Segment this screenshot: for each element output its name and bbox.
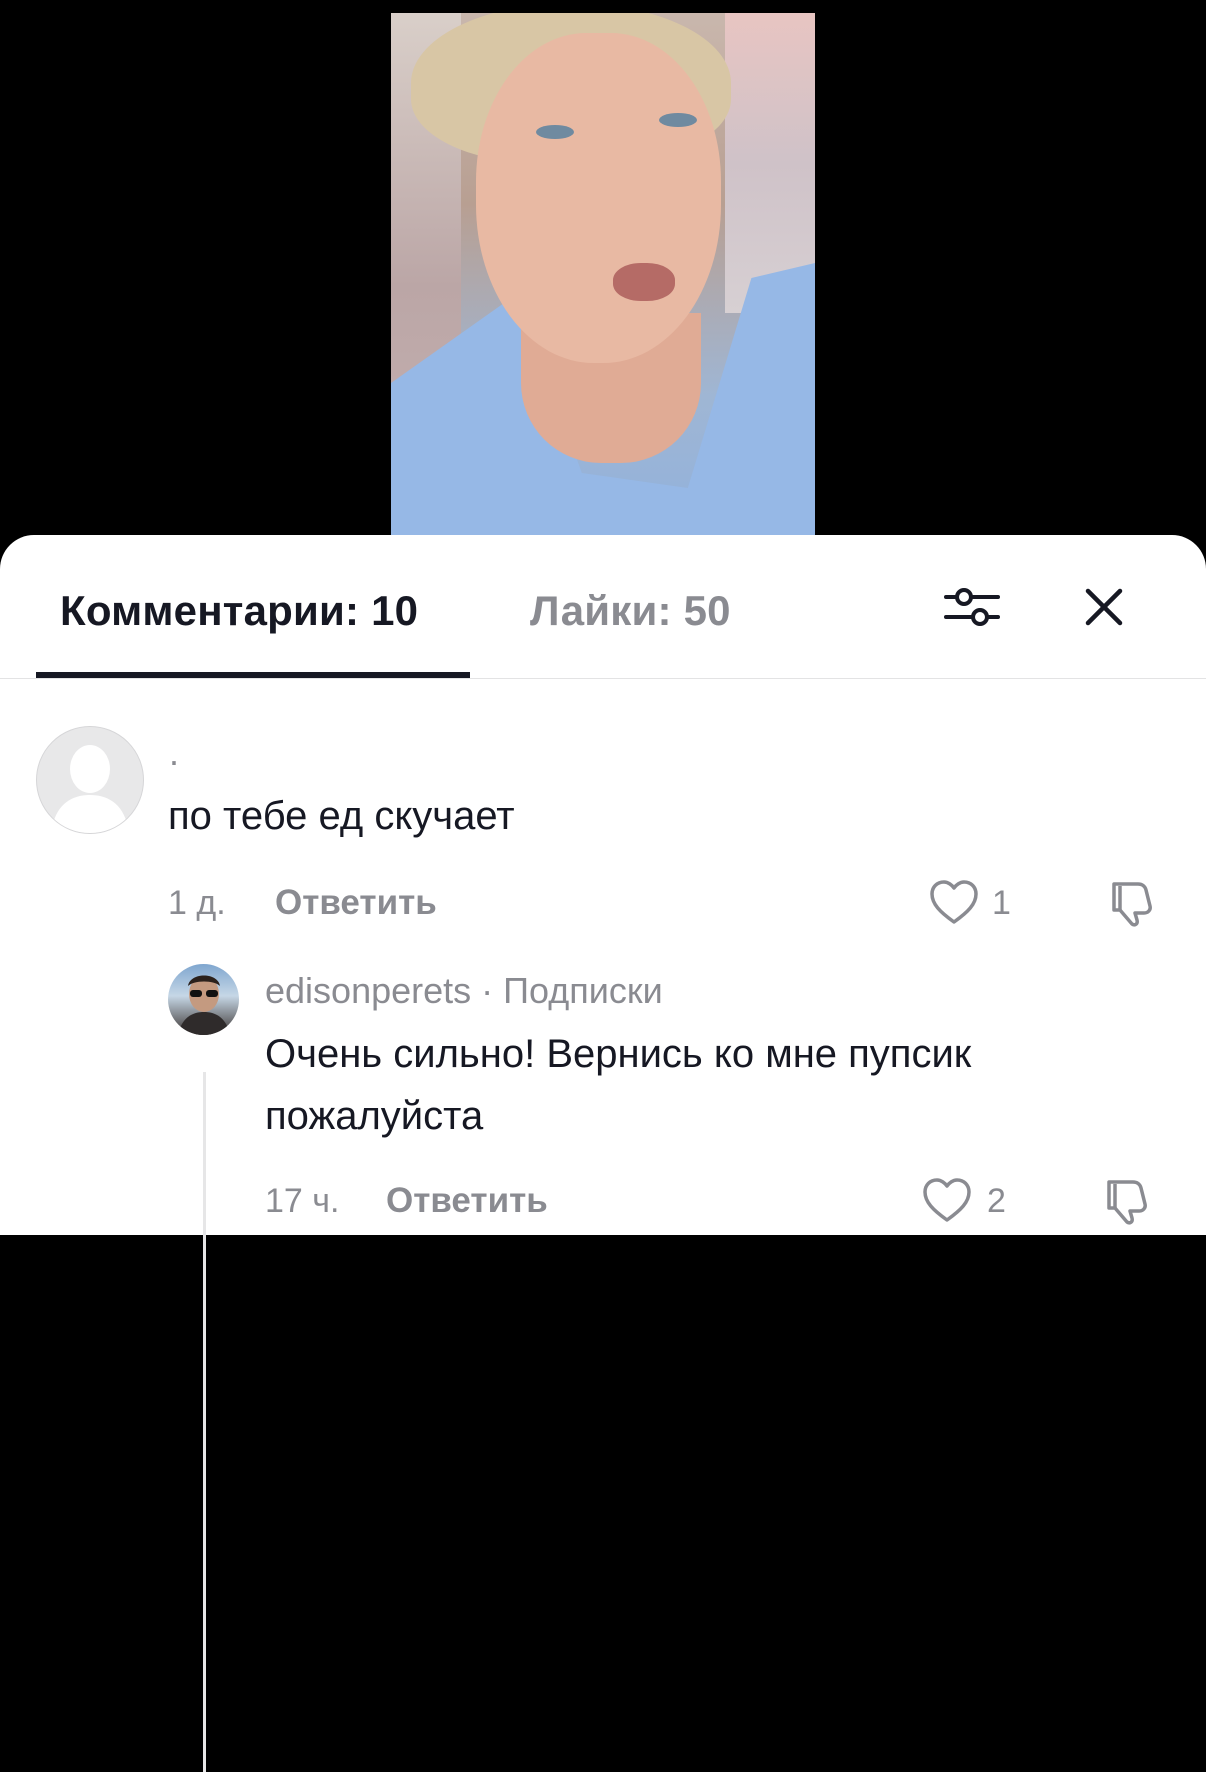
dislike-button[interactable] <box>1108 878 1160 928</box>
tabs-divider <box>0 678 1206 679</box>
comment-text: по тебе ед скучает <box>168 794 515 838</box>
like-button[interactable] <box>921 1176 973 1224</box>
sliders-icon <box>944 588 1000 626</box>
like-button[interactable] <box>928 878 980 926</box>
default-avatar-icon <box>51 745 129 833</box>
comment-text: Очень сильно! Вернись ко мне пупсик <box>265 1032 972 1076</box>
tab-comments[interactable]: Комментарии: 10 <box>60 587 418 635</box>
video-player[interactable] <box>0 0 1206 560</box>
like-count: 1 <box>992 884 1011 922</box>
thumbs-down-icon <box>1112 882 1152 927</box>
video-frame[interactable] <box>391 13 815 560</box>
video-figure <box>536 125 574 139</box>
user-avatar-image <box>178 975 230 1035</box>
like-count: 2 <box>987 1182 1006 1220</box>
close-icon <box>1085 588 1123 626</box>
dislike-button[interactable] <box>1103 1176 1155 1226</box>
video-figure <box>659 113 697 127</box>
reply-thread-line <box>203 1072 206 1772</box>
comment-text: пожалуйста <box>265 1094 484 1138</box>
thumbs-down-icon <box>1107 1180 1147 1225</box>
filter-button[interactable] <box>942 583 1002 631</box>
tab-likes[interactable]: Лайки: 50 <box>530 587 731 635</box>
avatar[interactable] <box>168 964 239 1035</box>
heart-icon <box>930 880 978 924</box>
video-figure <box>476 33 721 363</box>
close-button[interactable] <box>1080 583 1128 631</box>
comments-sheet: Комментарии: 10 Лайки: 50 · по тебе ед с… <box>0 535 1206 1772</box>
comment-username[interactable]: edisonperets · Подписки <box>265 970 663 1012</box>
heart-icon <box>923 1178 971 1222</box>
video-figure <box>613 263 675 301</box>
comment-time: 17 ч. <box>265 1182 340 1220</box>
comment-username[interactable]: · <box>168 740 180 782</box>
reply-button[interactable]: Ответить <box>275 883 437 923</box>
avatar[interactable] <box>36 726 144 834</box>
tab-bar: Комментарии: 10 Лайки: 50 <box>0 535 1206 679</box>
comment-time: 1 д. <box>168 884 226 922</box>
reply-button[interactable]: Ответить <box>386 1181 548 1221</box>
